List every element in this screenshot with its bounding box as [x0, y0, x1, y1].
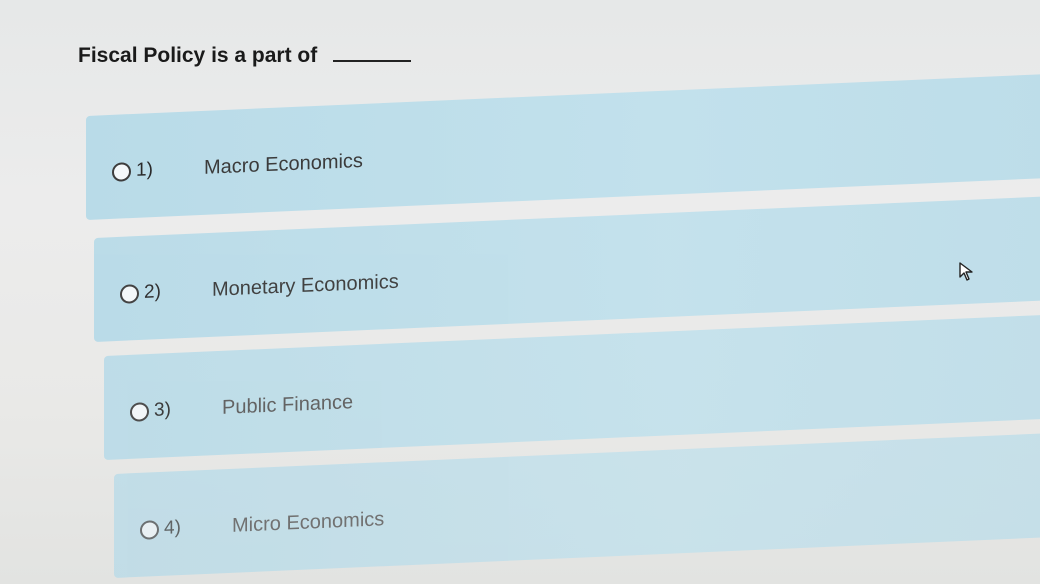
radio-circle-icon[interactable]: [140, 520, 159, 540]
option-number: 2): [144, 281, 161, 303]
radio-circle-icon[interactable]: [130, 402, 149, 422]
radio-circle-icon[interactable]: [112, 162, 131, 182]
option-number: 4): [164, 517, 181, 539]
option-label: Macro Economics: [204, 149, 363, 179]
answer-blank: [333, 59, 412, 62]
option-label: Monetary Economics: [212, 270, 399, 301]
option-label: Micro Economics: [232, 508, 385, 537]
option-1[interactable]: 1) Macro Economics: [86, 73, 1040, 220]
option-4[interactable]: 4) Micro Economics: [114, 432, 1040, 578]
option-number: 3): [154, 399, 171, 421]
mouse-pointer-icon: [959, 262, 973, 281]
question-text: Fiscal Policy is a part of: [78, 44, 412, 68]
option-label: Public Finance: [222, 391, 354, 419]
option-2[interactable]: 2) Monetary Economics: [94, 196, 1040, 342]
option-3[interactable]: 3) Public Finance: [104, 314, 1040, 460]
radio-circle-icon[interactable]: [120, 284, 139, 304]
question-label: Fiscal Policy is a part of: [78, 44, 318, 67]
option-number: 1): [136, 159, 153, 181]
